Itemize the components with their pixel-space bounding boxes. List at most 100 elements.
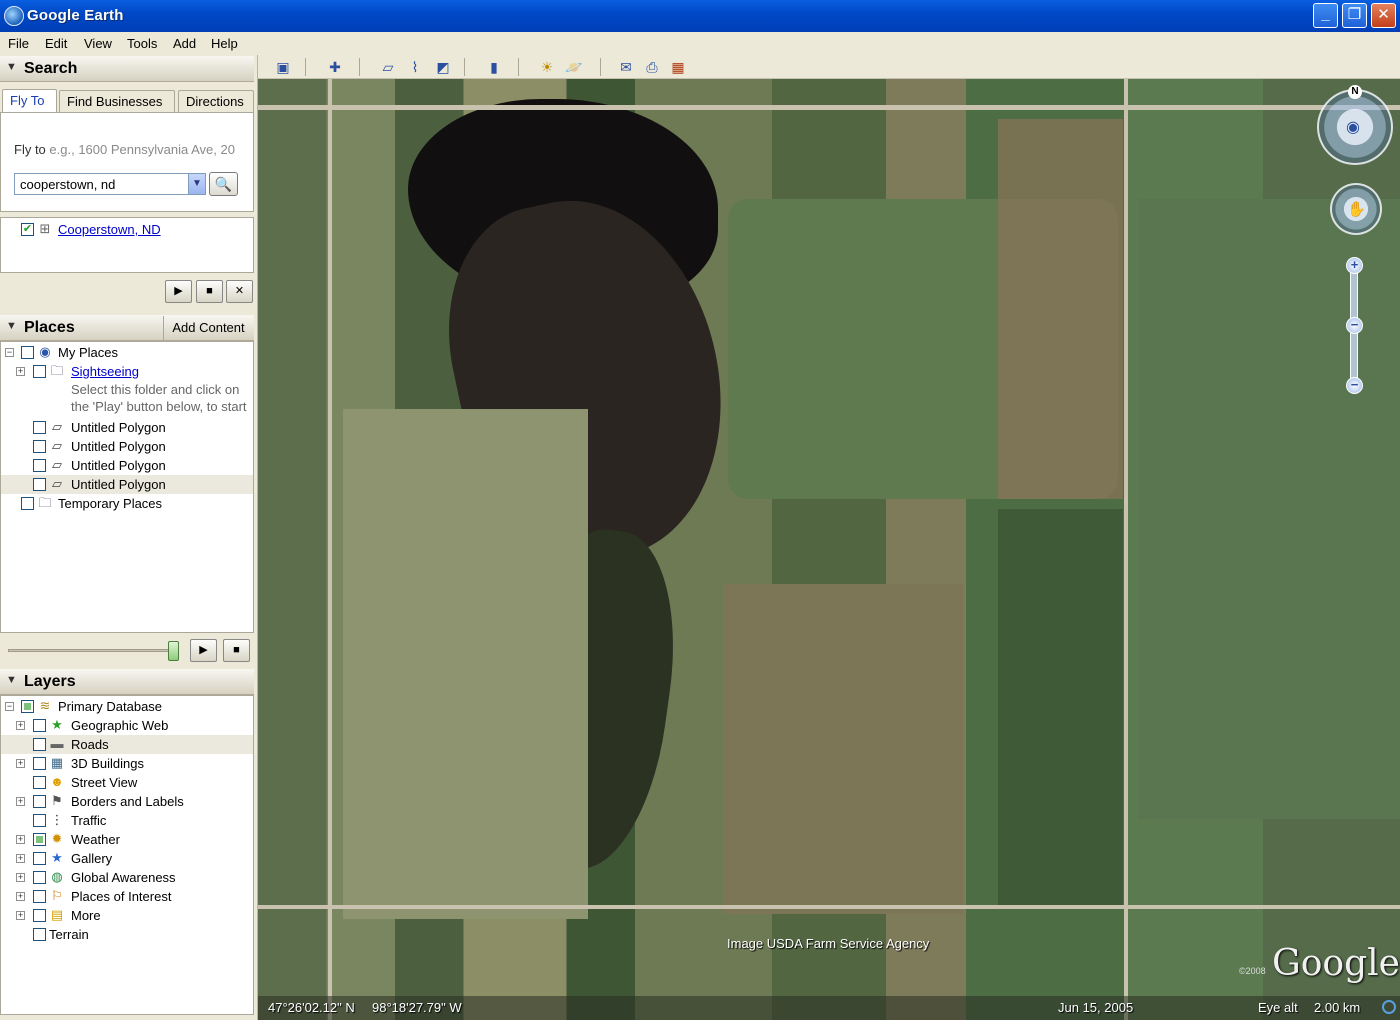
tour-slider-handle[interactable] (168, 641, 179, 661)
google-earth-app-icon[interactable] (4, 6, 24, 26)
layer-roads[interactable]: ▬ Roads (1, 735, 253, 754)
checkbox[interactable] (33, 776, 46, 789)
checkbox[interactable] (33, 440, 46, 453)
tree-item-label[interactable]: Sightseeing (71, 364, 139, 379)
layer-geographic-web[interactable]: + ★ Geographic Web (1, 716, 253, 735)
collapse-triangle-icon[interactable]: ▼ (6, 674, 17, 686)
layer-primary-database[interactable]: − ≋ Primary Database (1, 697, 253, 716)
layer-global-awareness[interactable]: + ◍ Global Awareness (1, 868, 253, 887)
play-button[interactable]: ▶ (165, 280, 192, 303)
menu-file[interactable]: File (8, 36, 29, 51)
expand-toggle-icon[interactable]: + (16, 911, 25, 920)
layer-borders-and-labels[interactable]: + ⚑ Borders and Labels (1, 792, 253, 811)
checkbox[interactable] (33, 365, 46, 378)
checkbox[interactable] (21, 700, 34, 713)
layer-3d-buildings[interactable]: + ▦ 3D Buildings (1, 754, 253, 773)
checkbox[interactable] (21, 346, 34, 359)
menu-tools[interactable]: Tools (127, 36, 157, 51)
image-overlay-icon[interactable]: ◩ (433, 58, 453, 76)
checkbox[interactable] (33, 478, 46, 491)
sunlight-icon[interactable]: ☀ (537, 58, 557, 76)
dropdown-arrow-icon[interactable]: ▼ (188, 174, 205, 194)
result-checkbox[interactable] (21, 223, 34, 236)
checkbox[interactable] (33, 890, 46, 903)
collapse-triangle-icon[interactable]: ▼ (6, 320, 17, 332)
layer-terrain[interactable]: Terrain (1, 925, 253, 944)
tour-slider-track[interactable] (8, 649, 178, 652)
close-button[interactable]: ✕ (1371, 3, 1396, 28)
expand-toggle-icon[interactable]: + (16, 367, 25, 376)
polygon-icon[interactable]: ▱ (378, 58, 398, 76)
tab-fly-to[interactable]: Fly To (2, 89, 57, 113)
expand-toggle-icon[interactable]: + (16, 892, 25, 901)
print-icon[interactable]: ⎙ (642, 58, 662, 76)
expand-toggle-icon[interactable]: + (16, 835, 25, 844)
layer-weather[interactable]: + ✹ Weather (1, 830, 253, 849)
checkbox[interactable] (33, 833, 46, 846)
tree-item-sightseeing[interactable]: + 🗀 Sightseeing (1, 362, 253, 381)
planet-icon[interactable]: 🪐 (564, 58, 584, 76)
checkbox[interactable] (33, 909, 46, 922)
menu-help[interactable]: Help (211, 36, 238, 51)
checkbox[interactable] (33, 757, 46, 770)
search-panel-header[interactable]: ▼ Search (0, 56, 254, 82)
expand-toggle-icon[interactable]: + (16, 721, 25, 730)
fly-to-input[interactable]: cooperstown, nd (14, 173, 206, 195)
tab-find-businesses[interactable]: Find Businesses (59, 90, 175, 113)
checkbox[interactable] (33, 814, 46, 827)
search-button[interactable]: 🔍 (209, 172, 238, 196)
zoom-slider-handle[interactable]: − (1346, 317, 1363, 334)
checkbox[interactable] (33, 459, 46, 472)
tree-item-polygon-selected[interactable]: ▱ Untitled Polygon (1, 475, 253, 494)
compass-north-indicator[interactable]: N (1348, 85, 1362, 99)
expand-toggle-icon[interactable]: + (16, 873, 25, 882)
places-stop-button[interactable]: ■ (223, 639, 250, 662)
tree-item-polygon[interactable]: ▱ Untitled Polygon (1, 418, 253, 437)
tree-item-polygon[interactable]: ▱ Untitled Polygon (1, 437, 253, 456)
layers-panel-header[interactable]: ▼ Layers (0, 669, 254, 695)
layer-more[interactable]: + ▤ More (1, 906, 253, 925)
layer-gallery[interactable]: + ★ Gallery (1, 849, 253, 868)
checkbox[interactable] (21, 497, 34, 510)
path-icon[interactable]: ⌇ (405, 58, 425, 76)
layer-places-of-interest[interactable]: + ⚐ Places of Interest (1, 887, 253, 906)
add-content-button[interactable]: Add Content (163, 316, 253, 340)
menu-view[interactable]: View (84, 36, 112, 51)
tab-directions[interactable]: Directions (178, 90, 254, 113)
stop-button[interactable]: ■ (196, 280, 223, 303)
menu-add[interactable]: Add (173, 36, 196, 51)
zoom-out-button[interactable]: − (1346, 377, 1363, 394)
tree-item-temporary-places[interactable]: 🗀 Temporary Places (1, 494, 253, 513)
layer-street-view[interactable]: ☻ Street View (1, 773, 253, 792)
menu-edit[interactable]: Edit (45, 36, 67, 51)
email-icon[interactable]: ✉ (616, 58, 636, 76)
ruler-icon[interactable]: ▮ (484, 58, 504, 76)
expand-toggle-icon[interactable]: + (16, 797, 25, 806)
tree-item-polygon[interactable]: ▱ Untitled Polygon (1, 456, 253, 475)
places-panel-header[interactable]: ▼ Places Add Content (0, 315, 254, 341)
zoom-in-button[interactable]: + (1346, 257, 1363, 274)
checkbox[interactable] (33, 719, 46, 732)
result-link-cooperstown[interactable]: Cooperstown, ND (58, 222, 161, 237)
tree-item-my-places[interactable]: − ◉ My Places (1, 343, 253, 362)
map-view[interactable]: N ◉ ✋ + − − Image USDA Farm Service Agen… (258, 79, 1400, 1020)
minimize-button[interactable]: _ (1313, 3, 1338, 28)
maximize-button[interactable]: ❐ (1342, 3, 1367, 28)
expand-toggle-icon[interactable]: + (16, 759, 25, 768)
layer-traffic[interactable]: ⋮ Traffic (1, 811, 253, 830)
placemark-icon[interactable]: ✚ (325, 58, 345, 76)
collapse-toggle-icon[interactable]: − (5, 348, 14, 357)
sidebar-toggle-icon[interactable]: ▣ (273, 58, 293, 76)
checkbox[interactable] (33, 852, 46, 865)
checkbox[interactable] (33, 738, 46, 751)
checkbox[interactable] (33, 871, 46, 884)
expand-toggle-icon[interactable]: + (16, 854, 25, 863)
collapse-toggle-icon[interactable]: − (5, 702, 14, 711)
collapse-triangle-icon[interactable]: ▼ (6, 61, 17, 73)
google-maps-icon[interactable]: ▦ (668, 58, 688, 76)
checkbox[interactable] (33, 795, 46, 808)
checkbox[interactable] (33, 928, 46, 941)
places-play-button[interactable]: ▶ (190, 639, 217, 662)
checkbox[interactable] (33, 421, 46, 434)
clear-results-button[interactable]: ✕ (226, 280, 253, 303)
